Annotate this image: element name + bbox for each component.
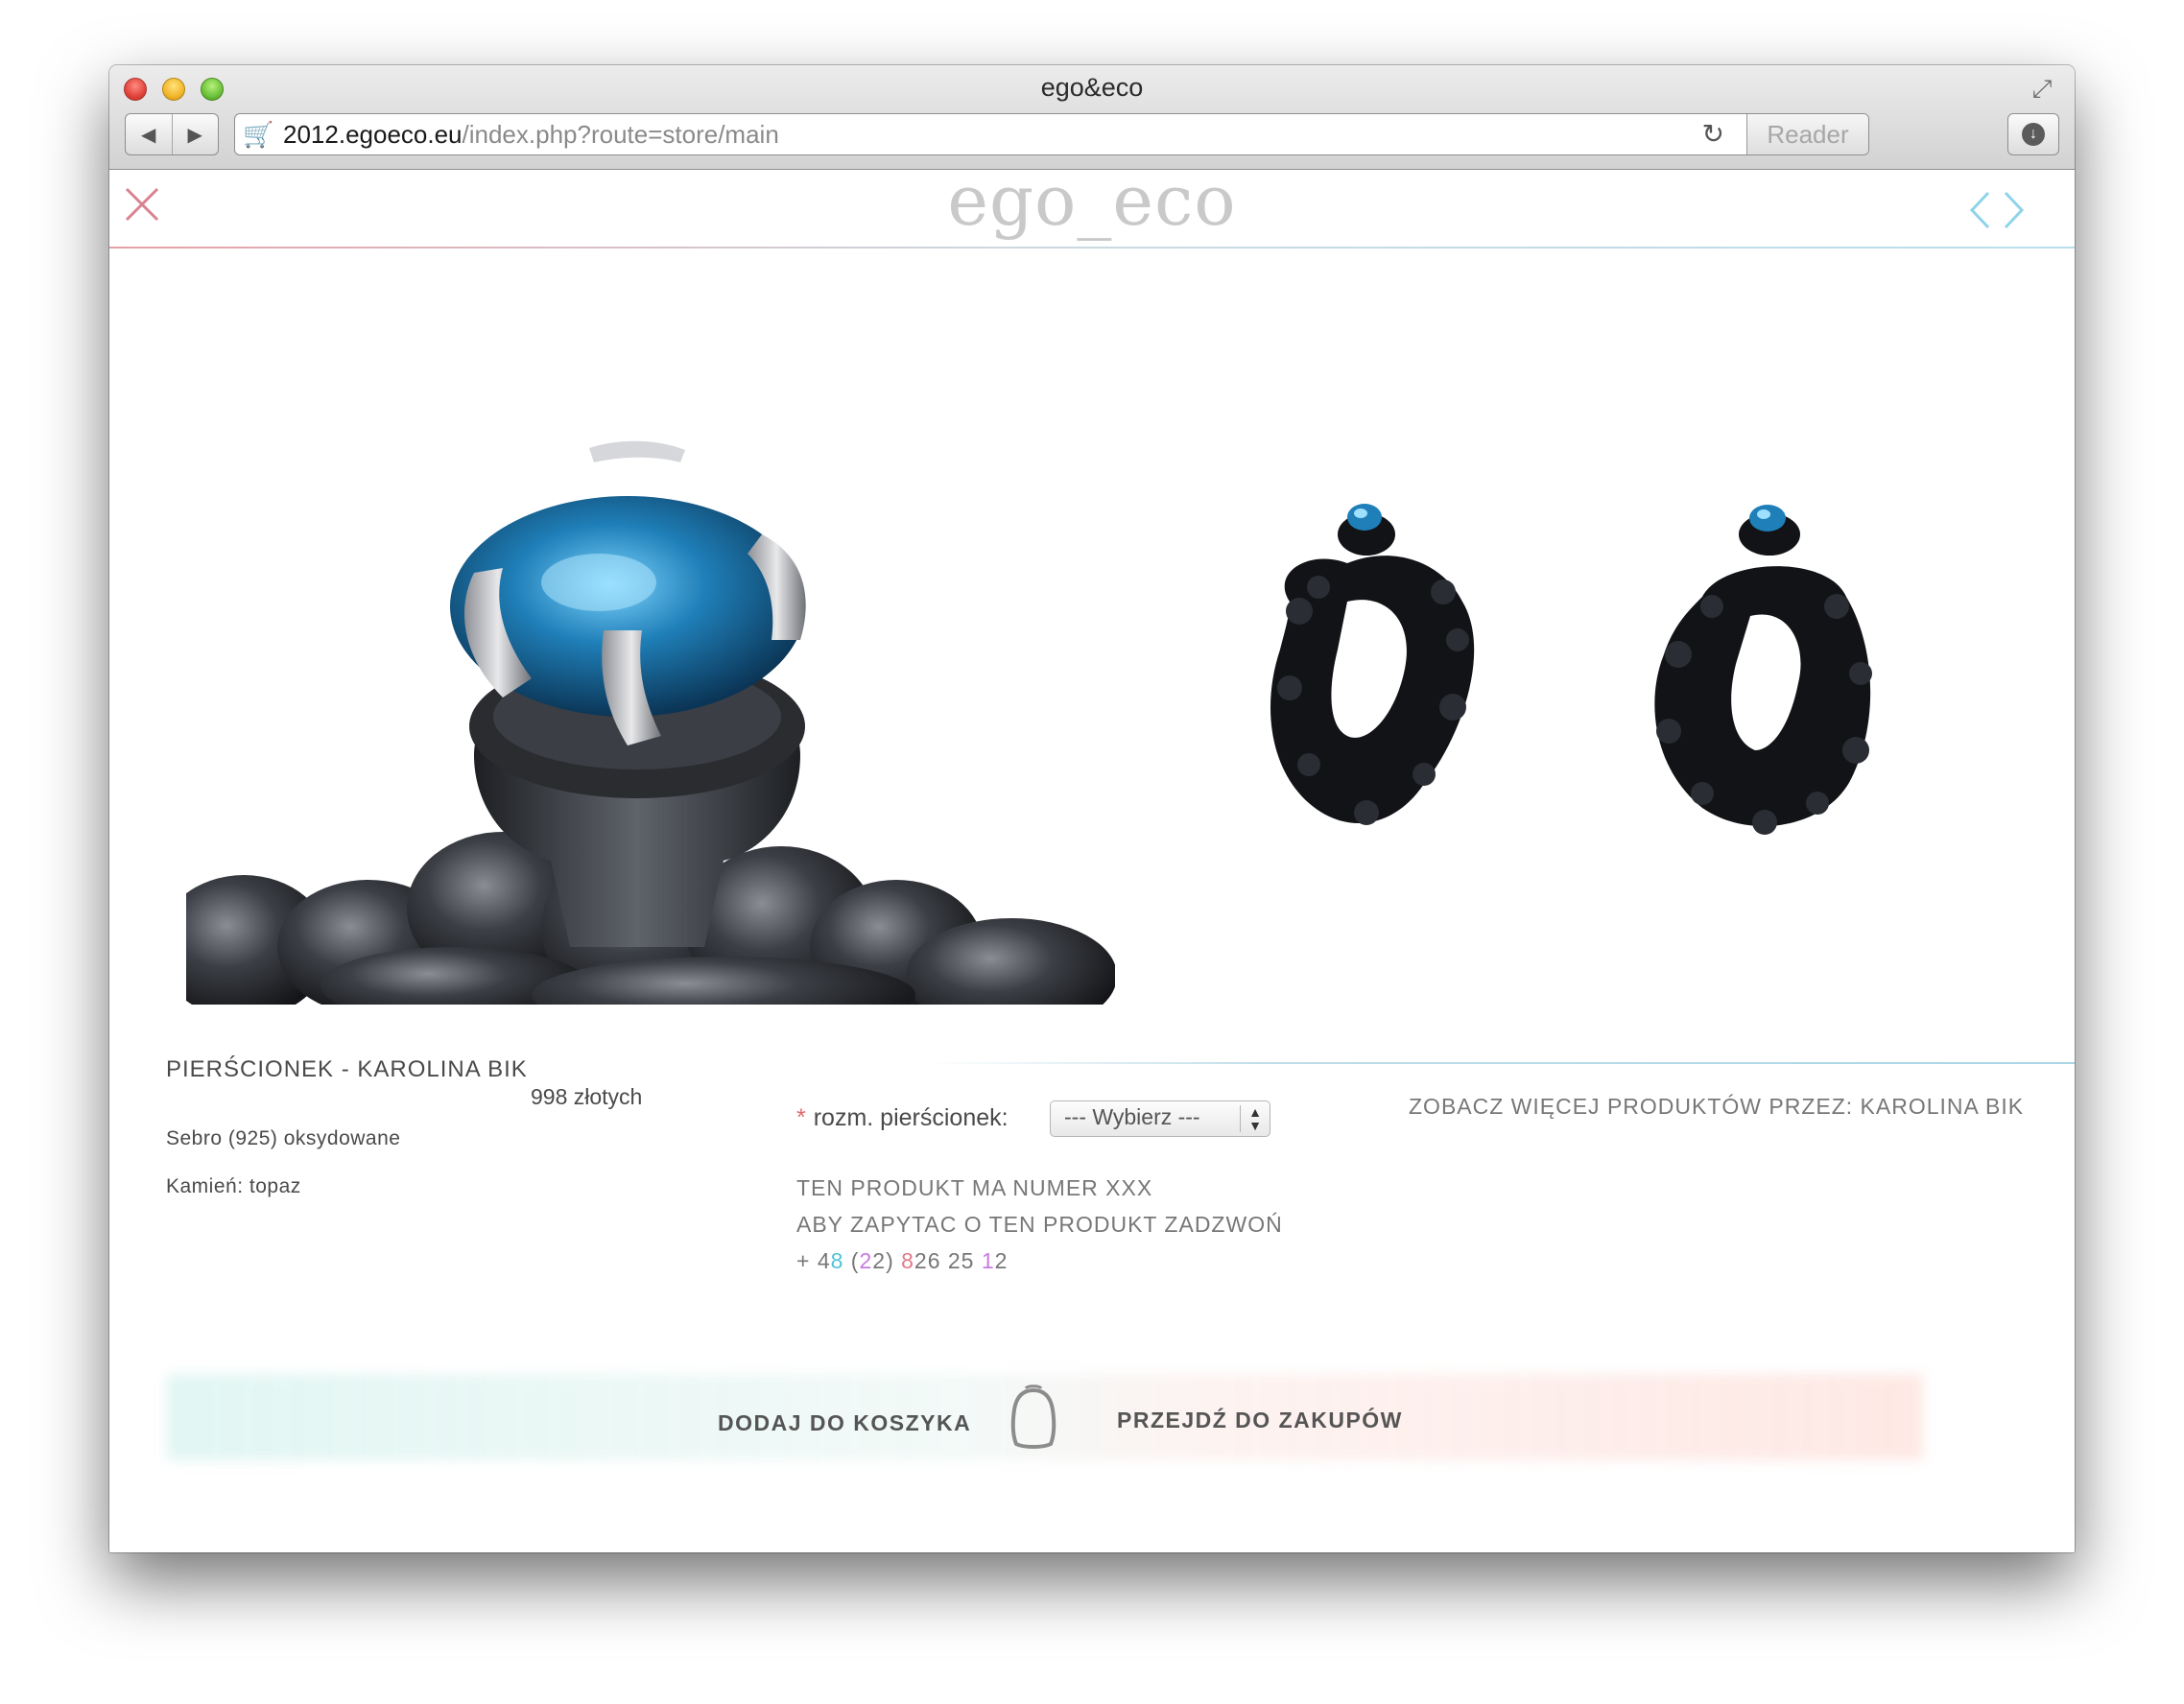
required-marker: * <box>796 1104 806 1131</box>
address-bar[interactable]: 🛒 2012.egoeco.eu/index.php?route=store/m… <box>234 113 1869 155</box>
inquiry-text: ABY ZAPYTAC O TEN PRODUKT ZADZWOŃ <box>796 1212 1283 1237</box>
url-path: /index.php?route=store/main <box>462 120 779 149</box>
select-arrows-icon: ▲ ▼ <box>1240 1105 1270 1132</box>
site-logo[interactable]: ego_eco <box>109 160 2075 241</box>
window-title: ego&eco <box>1040 73 1144 102</box>
fullscreen-icon[interactable]: ⤢ <box>2029 75 2055 102</box>
product-number-text: TEN PRODUKT MA NUMER XXX <box>796 1175 1153 1200</box>
downloads-button[interactable]: ↓ <box>2007 113 2059 155</box>
checkout-button[interactable]: PRZEJDŹ DO ZAKUPÓW <box>1117 1408 1403 1433</box>
size-option-text: rozm. pierścionek: <box>813 1104 1009 1131</box>
product-thumbnail-2[interactable] <box>1635 462 1894 841</box>
size-select-value: --- Wybierz --- <box>1064 1104 1200 1129</box>
product-stone: Kamień: topaz <box>166 1175 301 1197</box>
details-divider <box>925 1062 2075 1064</box>
phone-part: 8 <box>830 1248 844 1273</box>
reload-icon[interactable]: ↻ <box>1702 118 1724 151</box>
phone-number[interactable]: + 48 (22) 826 25 12 <box>796 1248 1008 1274</box>
product-nav-arrows <box>1969 191 2025 229</box>
next-arrow-icon[interactable] <box>2004 191 2025 229</box>
download-icon: ↓ <box>2022 123 2045 146</box>
shopping-bag-icon[interactable] <box>1005 1384 1062 1452</box>
phone-part: 2 <box>994 1248 1009 1273</box>
phone-part: 1 <box>981 1248 995 1273</box>
page-content: ego_eco PIERŚCIONEK - KAROLINA BIK 998 z… <box>109 160 2075 1552</box>
reader-button[interactable]: Reader <box>1746 114 1868 154</box>
product-material: Sebro (925) oksydowane <box>166 1127 401 1149</box>
size-option-label: * rozm. pierścionek: <box>796 1104 1009 1132</box>
back-button[interactable]: ◀ <box>126 114 173 154</box>
site-cart-icon: 🛒 <box>243 120 274 149</box>
size-select[interactable]: --- Wybierz --- ▲ ▼ <box>1050 1100 1270 1137</box>
phone-part: 8 <box>901 1248 914 1273</box>
url-host: 2012.egoeco.eu <box>283 120 463 149</box>
add-to-cart-button[interactable]: DODAJ DO KOSZYKA <box>718 1410 971 1436</box>
url-text[interactable]: 2012.egoeco.eu/index.php?route=store/mai… <box>283 120 779 149</box>
browser-window: ego&eco ⤢ ◀ ▶ 🛒 2012.egoeco.eu/index.php… <box>109 65 2075 1552</box>
header-divider <box>109 247 2075 248</box>
phone-part: ( <box>843 1248 860 1273</box>
product-thumbnail-1[interactable] <box>1251 458 1501 841</box>
phone-part: 2 <box>859 1248 873 1273</box>
phone-part: 2) <box>872 1248 902 1273</box>
history-nav: ◀ ▶ <box>125 113 219 155</box>
prev-arrow-icon[interactable] <box>1969 191 1990 229</box>
forward-button[interactable]: ▶ <box>173 114 219 154</box>
product-main-image[interactable] <box>186 410 1115 1005</box>
phone-part: + 4 <box>796 1248 831 1273</box>
phone-part: 26 25 <box>914 1248 982 1273</box>
product-price: 998 złotych <box>531 1084 643 1109</box>
browser-toolbar: ego&eco ⤢ ◀ ▶ 🛒 2012.egoeco.eu/index.php… <box>109 65 2075 170</box>
product-title: PIERŚCIONEK - KAROLINA BIK <box>166 1056 528 1082</box>
more-products-link[interactable]: ZOBACZ WIĘCEJ PRODUKTÓW PRZEZ: KAROLINA … <box>1409 1094 2024 1120</box>
